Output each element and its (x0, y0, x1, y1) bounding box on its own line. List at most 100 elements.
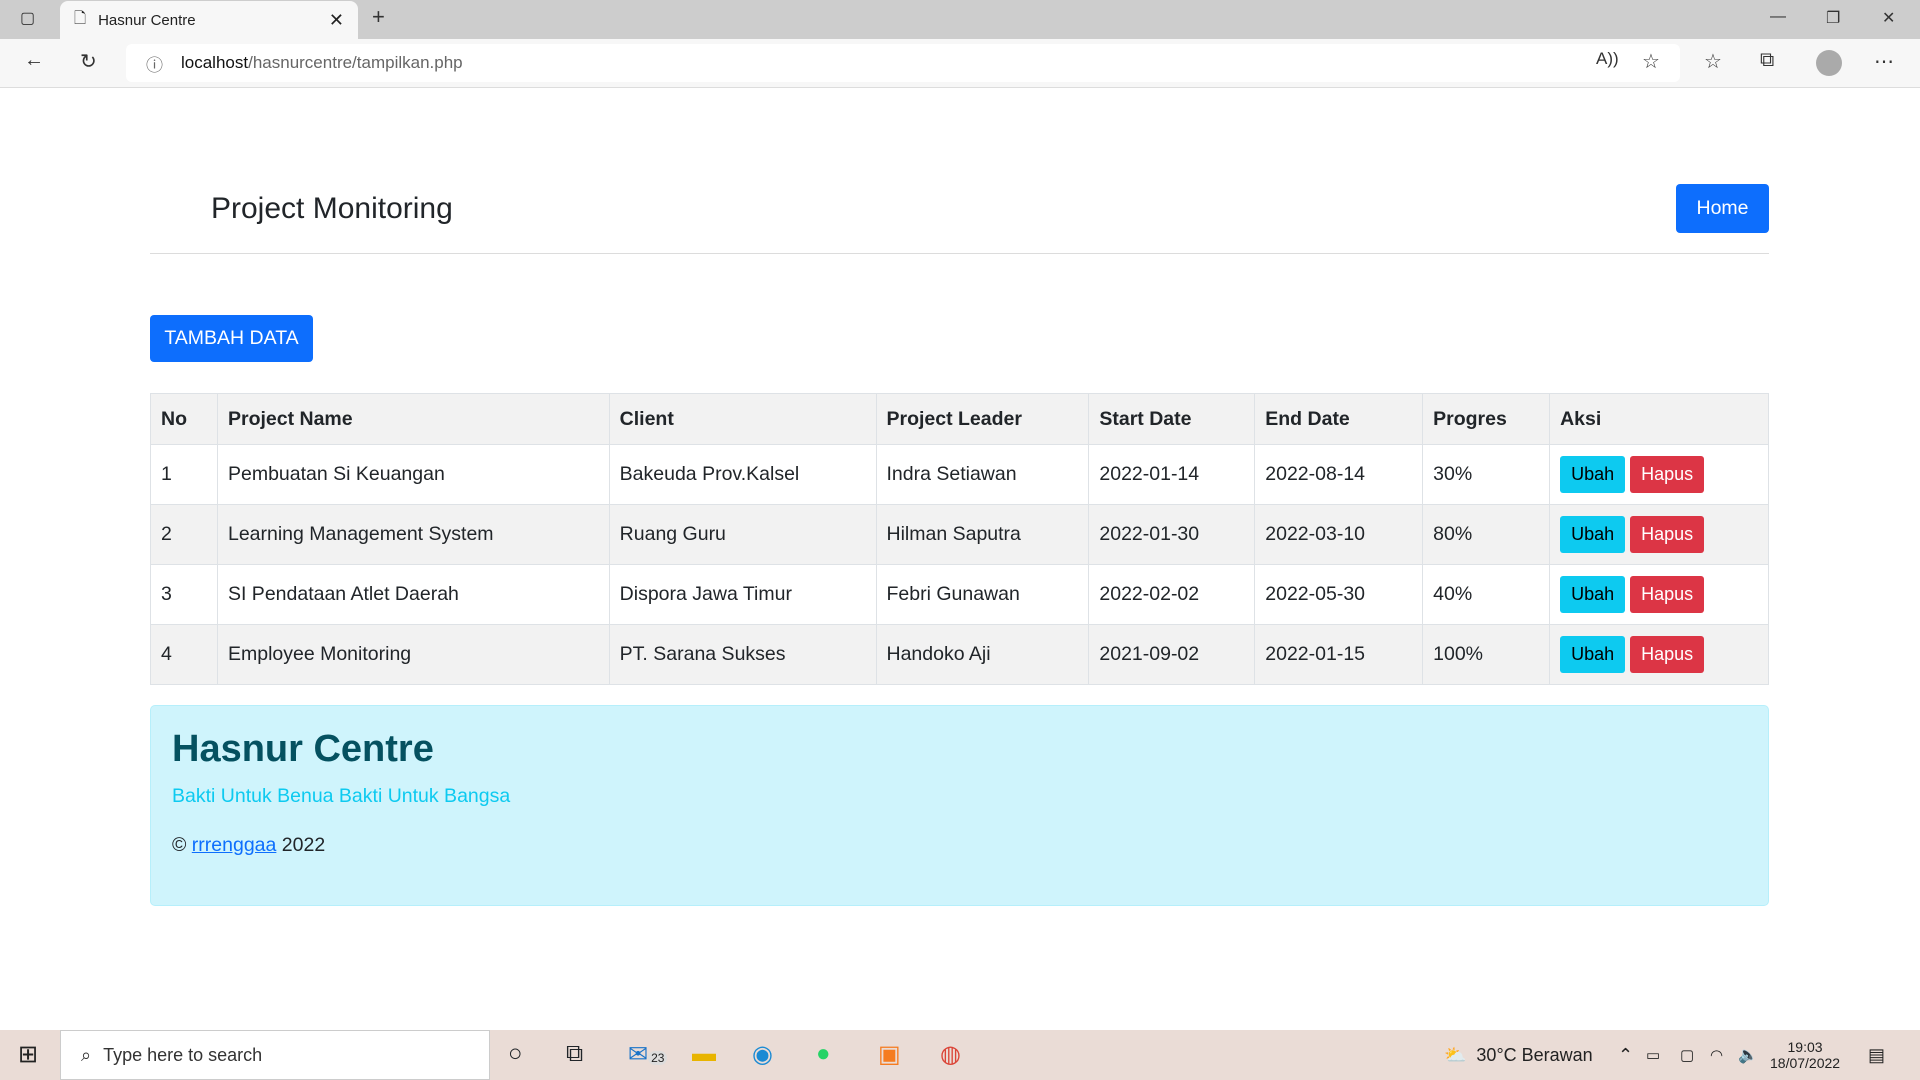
copyright-symbol: © (172, 834, 187, 856)
cell-start-date: 2021-09-02 (1088, 624, 1256, 685)
url-host: localhost (181, 53, 249, 72)
cortana-icon[interactable]: ○ (508, 1040, 523, 1068)
taskbar: ⊞ ⌕ Type here to search ○ ⧉ ✉ 23 ▬ ◉ ● ▣ … (0, 1030, 1920, 1080)
table-row: 1 Pembuatan Si Keuangan Bakeuda Prov.Kalse… (150, 444, 1769, 505)
clock-date: 18/07/2022 (1770, 1055, 1841, 1071)
cell-progress: 40% (1422, 564, 1551, 625)
clock[interactable]: 19:03 18/07/2022 (1770, 1030, 1840, 1080)
add-favorite-icon[interactable]: ☆ (1642, 49, 1660, 74)
read-aloud-icon[interactable]: A)) (1596, 49, 1619, 69)
page-title: Project Monitoring (211, 192, 453, 225)
more-icon[interactable]: ⋯ (1874, 49, 1894, 74)
address-bar[interactable]: ⓘ localhost/hasnurcentre/tampilkan.php (126, 44, 1680, 82)
cell-leader: Hilman Saputra (875, 504, 1090, 565)
cell-no: 2 (150, 504, 218, 565)
add-data-button[interactable]: TAMBAH DATA (150, 315, 313, 362)
search-placeholder: Type here to search (103, 1044, 263, 1065)
cell-client: Dispora Jawa Timur (608, 564, 877, 625)
restore-icon[interactable]: ❐ (1826, 8, 1840, 28)
cell-leader: Handoko Aji (875, 624, 1090, 685)
chrome-icon[interactable]: ◍ (940, 1040, 961, 1069)
edit-button[interactable]: Ubah (1560, 576, 1626, 613)
tray-chevron-icon[interactable]: ⌃ (1618, 1030, 1633, 1080)
cell-start-date: 2022-01-30 (1088, 504, 1256, 565)
tab-actions-icon[interactable]: ▢ (20, 8, 35, 28)
cell-actions: Ubah Hapus (1549, 624, 1769, 685)
edge-icon[interactable]: ◉ (752, 1040, 773, 1069)
weather-icon: ⛅ (1444, 1044, 1467, 1065)
projects-table: No Project Name Client Project Leader St… (150, 393, 1769, 685)
browser-toolbar: ← ↻ ⓘ localhost/hasnurcentre/tampilkan.p… (0, 39, 1920, 88)
cell-end-date: 2022-03-10 (1254, 504, 1424, 565)
table-header: No Project Name Client Project Leader St… (150, 393, 1769, 445)
reload-icon[interactable]: ↻ (80, 49, 97, 74)
table-row: 2 Learning Management System Ruang Guru Hil… (150, 504, 1769, 565)
delete-button[interactable]: Hapus (1630, 516, 1705, 553)
edit-button[interactable]: Ubah (1560, 636, 1626, 673)
volume-icon[interactable]: 🔈 (1738, 1030, 1758, 1080)
task-view-icon[interactable]: ⧉ (566, 1040, 583, 1068)
mail-icon[interactable]: ✉ 23 (628, 1040, 668, 1069)
cell-progress: 30% (1422, 444, 1551, 505)
col-client: Client (608, 393, 877, 445)
footer-tagline: Bakti Untuk Benua Bakti Untuk Bangsa (172, 785, 511, 807)
cell-project-name: SI Pendataan Atlet Daerah (216, 564, 610, 625)
weather-widget[interactable]: ⛅ 30°C Berawan (1444, 1030, 1593, 1080)
favorites-icon[interactable]: ☆ (1704, 49, 1722, 74)
col-actions: Aksi (1549, 393, 1769, 445)
cell-progress: 100% (1422, 624, 1551, 685)
cell-actions: Ubah Hapus (1549, 564, 1769, 625)
collections-icon[interactable]: ⧉ (1760, 49, 1774, 72)
divider (150, 253, 1769, 254)
cell-leader: Indra Setiawan (875, 444, 1090, 505)
browser-tab[interactable]: 🗋 Hasnur Centre ✕ (60, 1, 358, 39)
col-project-leader: Project Leader (875, 393, 1090, 445)
close-window-icon[interactable]: ✕ (1882, 8, 1895, 28)
taskbar-search[interactable]: ⌕ Type here to search (60, 1030, 490, 1080)
home-button[interactable]: Home (1676, 184, 1769, 233)
cell-project-name: Learning Management System (216, 504, 610, 565)
cell-no: 4 (150, 624, 218, 685)
meet-now-icon[interactable]: ▢ (1680, 1030, 1694, 1080)
footer-alert: Hasnur Centre Bakti Untuk Benua Bakti Un… (150, 705, 1769, 906)
new-tab-icon[interactable]: + (372, 4, 385, 30)
edit-button[interactable]: Ubah (1560, 456, 1626, 493)
wifi-icon[interactable]: ◠ (1710, 1030, 1723, 1080)
copyright-year: 2022 (281, 834, 326, 856)
delete-button[interactable]: Hapus (1630, 576, 1705, 613)
cell-client: Bakeuda Prov.Kalsel (608, 444, 877, 505)
xampp-icon[interactable]: ▣ (878, 1040, 901, 1069)
copyright: © rrrenggaa 2022 (172, 834, 1747, 857)
cell-leader: Febri Gunawan (875, 564, 1090, 625)
tab-title: Hasnur Centre (98, 11, 196, 29)
windows-start-icon[interactable]: ⊞ (18, 1040, 38, 1069)
cell-progress: 80% (1422, 504, 1551, 565)
cell-project-name: Pembuatan Si Keuangan (216, 444, 610, 505)
notifications-icon[interactable]: ▤ (1868, 1030, 1885, 1080)
cell-no: 3 (150, 564, 218, 625)
weather-text: 30°C Berawan (1476, 1044, 1593, 1065)
delete-button[interactable]: Hapus (1630, 636, 1705, 673)
url-path: /hasnurcentre/tampilkan.php (248, 53, 463, 72)
cell-client: PT. Sarana Sukses (608, 624, 877, 685)
col-no: No (150, 393, 218, 445)
delete-button[interactable]: Hapus (1630, 456, 1705, 493)
edit-button[interactable]: Ubah (1560, 516, 1626, 553)
cell-start-date: 2022-01-14 (1088, 444, 1256, 505)
col-project-name: Project Name (216, 393, 610, 445)
author-link[interactable]: rrrenggaa (192, 834, 277, 856)
file-explorer-icon[interactable]: ▬ (692, 1040, 716, 1068)
close-tab-icon[interactable]: ✕ (329, 10, 344, 31)
tab-bar: ▢ 🗋 Hasnur Centre ✕ + — ❐ ✕ (0, 0, 1920, 39)
back-icon[interactable]: ← (24, 49, 44, 72)
cell-end-date: 2022-08-14 (1254, 444, 1424, 505)
search-icon: ⌕ (81, 1044, 92, 1065)
minimize-icon[interactable]: — (1770, 8, 1786, 26)
cell-project-name: Employee Monitoring (216, 624, 610, 685)
battery-icon[interactable]: ▭ (1646, 1030, 1660, 1080)
cell-start-date: 2022-02-02 (1088, 564, 1256, 625)
profile-avatar[interactable] (1816, 50, 1842, 76)
cell-end-date: 2022-05-30 (1254, 564, 1424, 625)
whatsapp-icon[interactable]: ● (816, 1040, 831, 1068)
info-icon: ⓘ (146, 55, 163, 75)
